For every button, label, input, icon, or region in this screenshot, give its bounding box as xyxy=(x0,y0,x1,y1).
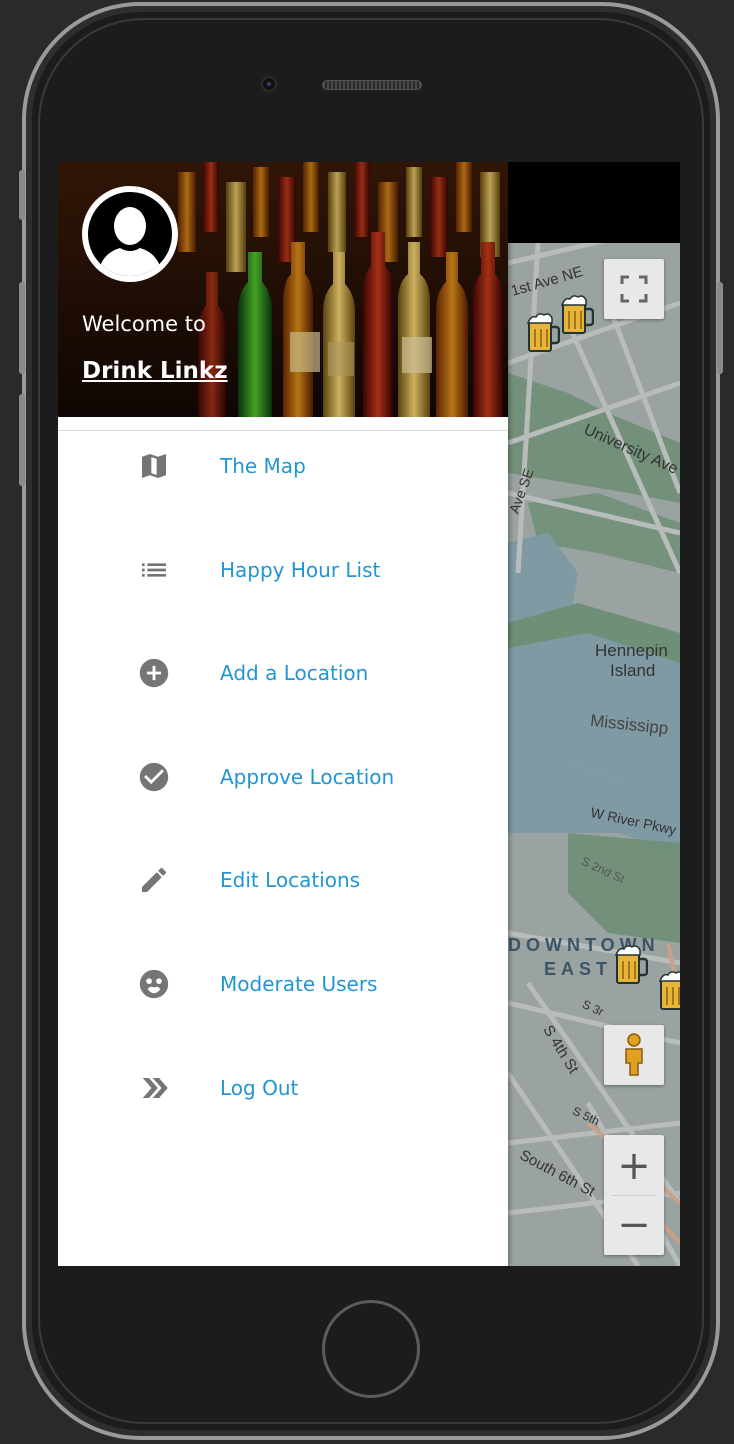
face-icon xyxy=(136,966,172,1002)
menu-item-moderate-users[interactable]: Moderate Users xyxy=(58,954,508,1014)
menu-label: Add a Location xyxy=(220,661,369,685)
menu-item-log-out[interactable]: Log Out xyxy=(58,1058,508,1118)
menu-item-approve-location[interactable]: Approve Location xyxy=(58,747,508,807)
welcome-text: Welcome to xyxy=(82,312,206,336)
user-silhouette-icon xyxy=(98,207,162,276)
drawer-header: Welcome to Drink Linkz xyxy=(58,162,508,417)
earpiece-speaker xyxy=(322,80,422,90)
menu-item-the-map[interactable]: The Map xyxy=(58,436,508,496)
avatar[interactable] xyxy=(82,186,178,282)
front-camera xyxy=(261,76,277,92)
menu-label: Edit Locations xyxy=(220,868,361,892)
menu-label: Moderate Users xyxy=(220,972,378,996)
zoom-out-button[interactable]: − xyxy=(604,1196,664,1254)
mute-switch xyxy=(19,170,25,220)
brand-link[interactable]: Drink Linkz xyxy=(82,358,228,384)
menu-label: Log Out xyxy=(220,1076,299,1100)
volume-up-button xyxy=(19,282,25,374)
double-chevron-right-icon xyxy=(136,1070,172,1106)
street-view-pegman-button[interactable] xyxy=(604,1025,664,1085)
power-button xyxy=(717,282,723,374)
menu-label: Approve Location xyxy=(220,765,395,789)
beer-marker-icon[interactable] xyxy=(526,313,560,353)
app-screen: 1st Ave NE University Ave Ave SE Hennepi… xyxy=(58,162,680,1266)
map-label-island: Island xyxy=(610,661,656,680)
beer-marker-icon[interactable] xyxy=(658,971,680,1011)
list-icon xyxy=(136,552,172,588)
menu-item-happy-hour-list[interactable]: Happy Hour List xyxy=(58,540,508,600)
map-label-hennepin: Hennepin xyxy=(595,641,668,660)
zoom-control: + − xyxy=(604,1135,664,1255)
map-icon xyxy=(136,448,172,484)
menu-item-add-location[interactable]: Add a Location xyxy=(58,643,508,703)
add-circle-icon xyxy=(136,655,172,691)
navigation-drawer: Welcome to Drink Linkz The Map Happy Hou… xyxy=(58,162,508,1266)
beer-marker-icon[interactable] xyxy=(560,295,594,335)
volume-down-button xyxy=(19,394,25,486)
pegman-icon xyxy=(625,1033,643,1076)
zoom-in-button[interactable]: + xyxy=(604,1137,664,1195)
beer-marker-icon[interactable] xyxy=(614,945,648,985)
menu-item-edit-locations[interactable]: Edit Locations xyxy=(58,850,508,910)
header-divider xyxy=(58,430,508,431)
fullscreen-icon xyxy=(620,275,648,303)
check-circle-icon xyxy=(136,759,172,795)
map-view[interactable]: 1st Ave NE University Ave Ave SE Hennepi… xyxy=(508,243,680,1266)
home-button[interactable] xyxy=(322,1300,420,1398)
map-label-east: EAST xyxy=(544,959,613,979)
fullscreen-button[interactable] xyxy=(604,259,664,319)
menu-label: The Map xyxy=(220,454,306,478)
menu-label: Happy Hour List xyxy=(220,558,381,582)
pencil-icon xyxy=(136,862,172,898)
